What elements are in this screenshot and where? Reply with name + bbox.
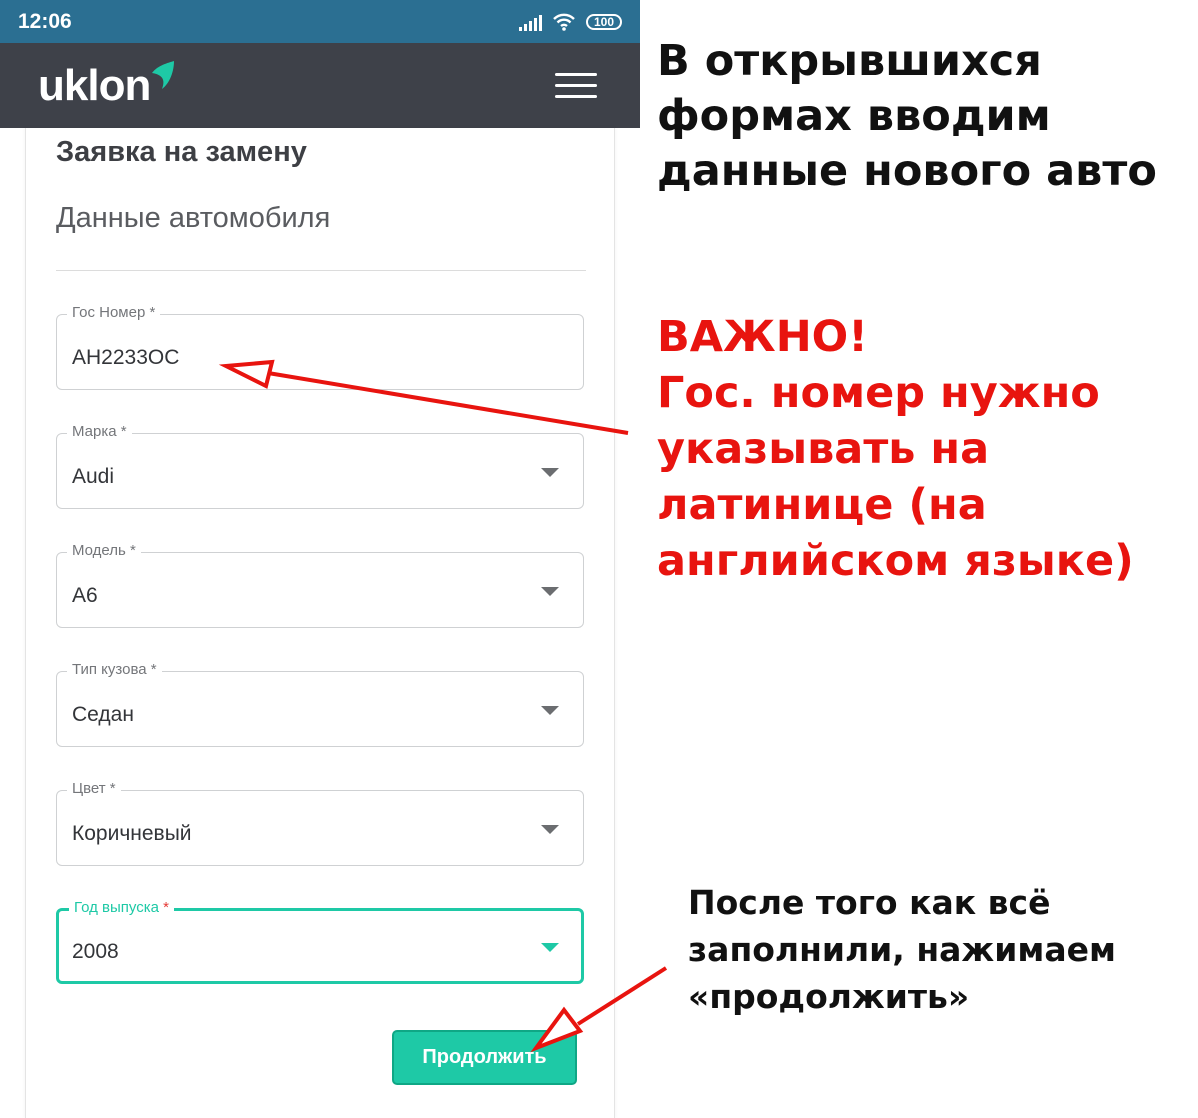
brand-value: Audi xyxy=(72,465,115,488)
status-time: 12:06 xyxy=(18,10,72,33)
brand-select[interactable]: Марка * Audi xyxy=(56,423,584,509)
status-bar: 12:06 100 xyxy=(0,0,640,43)
body-type-value: Седан xyxy=(72,703,134,726)
field-label: Гос Номер * xyxy=(67,304,161,321)
continue-button[interactable]: Продолжить xyxy=(392,1030,577,1085)
model-select[interactable]: Модель * A6 xyxy=(56,542,584,628)
dropdown-arrow-icon xyxy=(541,706,559,715)
model-value: A6 xyxy=(72,584,98,607)
dropdown-arrow-icon xyxy=(541,587,559,596)
app-bar: uklon xyxy=(0,43,640,128)
signal-icon xyxy=(519,13,542,31)
divider xyxy=(56,270,586,271)
hamburger-menu-icon[interactable] xyxy=(555,73,597,101)
field-label: Марка * xyxy=(67,423,132,440)
section-title: Данные автомобиля xyxy=(56,202,331,234)
color-value: Коричневый xyxy=(72,822,192,845)
replacement-form: Заявка на замену Данные автомобиля Гос Н… xyxy=(25,128,615,1118)
page-title: Заявка на замену xyxy=(56,136,307,168)
field-label: Тип кузова * xyxy=(67,661,162,678)
field-label: Модель * xyxy=(67,542,141,559)
instruction-annotation: В открывшихся формах вводим данные новог… xyxy=(657,36,1157,196)
status-icons: 100 xyxy=(519,11,622,33)
field-label: Цвет * xyxy=(67,780,121,797)
plate-number-field[interactable]: Гос Номер * xyxy=(56,304,584,390)
dropdown-arrow-icon xyxy=(541,825,559,834)
phone-screen: 12:06 100 uklon Заявка на замену Данные … xyxy=(0,0,640,1118)
body-type-select[interactable]: Тип кузова * Седан xyxy=(56,661,584,747)
dropdown-arrow-icon xyxy=(541,943,559,952)
plate-number-input[interactable] xyxy=(72,346,512,370)
dropdown-arrow-icon xyxy=(541,468,559,477)
year-select[interactable]: Год выпуска * 2008 xyxy=(56,899,584,984)
logo-leaf-icon xyxy=(152,61,174,89)
wifi-icon xyxy=(553,13,575,31)
color-select[interactable]: Цвет * Коричневый xyxy=(56,780,584,866)
continue-annotation: После того как всё заполнили, нажимаем «… xyxy=(688,883,1116,1016)
battery-icon: 100 xyxy=(586,14,622,30)
year-value: 2008 xyxy=(72,940,119,963)
field-label: Год выпуска * xyxy=(69,899,175,916)
uklon-logo: uklon xyxy=(38,61,151,110)
important-annotation: ВАЖНО! Гос. номер нужно указывать на лат… xyxy=(657,312,1134,586)
